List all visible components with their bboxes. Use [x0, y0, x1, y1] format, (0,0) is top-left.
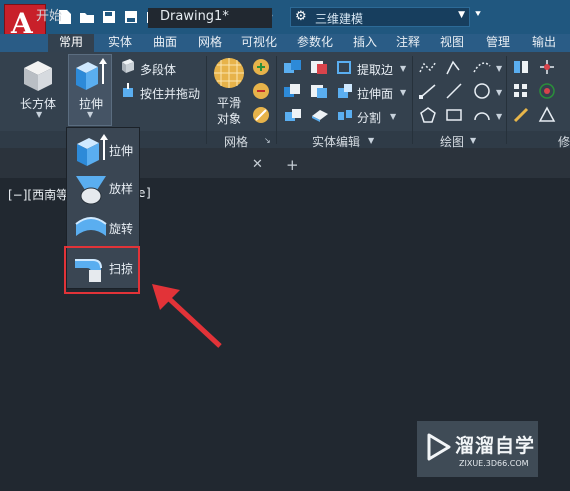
menu-item-loft[interactable]: 放样: [69, 168, 139, 208]
viewport-controls[interactable]: [−][西南等: [8, 186, 68, 203]
3d-scale-icon[interactable]: [538, 106, 556, 124]
slice-icon[interactable]: [283, 106, 303, 124]
open-folder-icon[interactable]: [78, 9, 96, 25]
separate-button[interactable]: 分割: [357, 109, 381, 126]
subtract-icon[interactable]: [310, 58, 330, 76]
red-arrow-annotation: [152, 284, 222, 348]
mesh-add-icon[interactable]: [252, 58, 270, 76]
tab-start[interactable]: 开始: [24, 8, 80, 28]
panel-launcher-icon[interactable]: ↘: [264, 136, 271, 145]
panel-separator: [276, 56, 277, 144]
watermark-title: 溜溜自学: [455, 435, 536, 457]
menu-item-label: 旋转: [109, 222, 134, 236]
arc-icon[interactable]: [472, 106, 492, 124]
new-tab-plus-icon[interactable]: +: [286, 156, 299, 174]
extrude-icon: [77, 134, 108, 166]
panel-separator: [206, 56, 207, 144]
presspull-button[interactable]: 按住并拖动: [140, 85, 200, 102]
chevron-down-icon[interactable]: ▼: [496, 112, 502, 121]
intersect-icon[interactable]: [283, 82, 303, 100]
extract-edges-icon[interactable]: [336, 58, 354, 76]
close-icon[interactable]: ✕: [252, 157, 263, 172]
chevron-down-icon[interactable]: ▼: [496, 88, 502, 97]
panel-separator: [506, 56, 507, 144]
chevron-down-icon[interactable]: ▼: [400, 64, 406, 73]
extrude-faces-button[interactable]: 拉伸面: [357, 85, 393, 102]
watermark-url: ZIXUE.3D66.COM: [459, 459, 529, 468]
chevron-down-icon[interactable]: ▼: [368, 136, 374, 145]
tab-solid[interactable]: 实体: [100, 34, 140, 52]
chevron-down-icon[interactable]: ▼: [390, 112, 396, 121]
tab-view[interactable]: 视图: [432, 34, 472, 52]
revolve-icon: [75, 217, 107, 236]
mirror-icon[interactable]: [512, 58, 530, 76]
3d-polyline-icon[interactable]: [444, 58, 464, 76]
polygon-icon[interactable]: [418, 106, 438, 124]
3d-move-icon[interactable]: [538, 58, 556, 76]
play-logo-icon: [427, 433, 451, 461]
box-icon[interactable]: [20, 58, 56, 94]
smooth-object-line2[interactable]: 对象: [217, 110, 241, 127]
array-icon[interactable]: [512, 82, 530, 100]
extrude-icon: [76, 58, 107, 90]
smooth-object-icon[interactable]: [212, 56, 246, 90]
separate-icon[interactable]: [336, 106, 354, 124]
tab-drawing1[interactable]: Drawing1*: [148, 8, 272, 28]
menu-item-label: 拉伸: [109, 144, 134, 158]
tab-insert[interactable]: 插入: [346, 34, 384, 52]
interfere-icon[interactable]: [310, 82, 330, 100]
fillet-icon[interactable]: [512, 106, 530, 124]
save-as-icon[interactable]: [122, 9, 140, 25]
spline-icon[interactable]: [472, 58, 492, 76]
chevron-down-icon[interactable]: ▼: [496, 64, 502, 73]
polysolid-icon[interactable]: [120, 58, 136, 74]
ribbon-tab-bar: 常用 实体 曲面 网格 可视化 参数化 插入 注释 视图 管理 输出: [0, 34, 570, 52]
chevron-down-icon[interactable]: ▼: [400, 88, 406, 97]
panel-separator: [412, 56, 413, 144]
tab-manage[interactable]: 管理: [476, 34, 520, 52]
thicken-icon[interactable]: [310, 106, 330, 124]
gear-icon: ⚙: [295, 9, 307, 24]
smooth-object-line1[interactable]: 平滑: [217, 94, 241, 111]
tab-home[interactable]: 常用: [48, 34, 94, 52]
tab-visualize[interactable]: 可视化: [234, 34, 284, 52]
workspace-value: 三维建模: [315, 12, 364, 26]
autocad-window: A ▼ ↶ ▼ ↷ ▼ ⚙ 三维建模 ▼ ⯆ 常用 实体 曲面 网格 可视化: [0, 0, 570, 491]
polyline-icon[interactable]: [418, 58, 438, 76]
chevron-down-icon[interactable]: ▼: [36, 110, 42, 119]
tab-surface[interactable]: 曲面: [144, 34, 186, 52]
save-icon[interactable]: [100, 9, 118, 25]
viewport-label-end: ]: [146, 186, 151, 200]
extract-edges-button[interactable]: 提取边: [357, 61, 393, 78]
watermark: 溜溜自学 ZIXUE.3D66.COM: [417, 421, 538, 477]
menu-item-revolve[interactable]: 旋转: [69, 208, 139, 248]
tab-parametric[interactable]: 参数化: [290, 34, 340, 52]
circle-icon[interactable]: [472, 82, 492, 100]
mesh-crease-icon[interactable]: [252, 106, 270, 124]
presspull-icon[interactable]: [120, 82, 136, 98]
tab-mesh[interactable]: 网格: [190, 34, 230, 52]
line-icon[interactable]: [418, 82, 438, 100]
workspace-selector[interactable]: ⚙ 三维建模 ▼: [290, 7, 470, 27]
rectangle-icon[interactable]: [444, 106, 464, 124]
highlight-box: [64, 246, 140, 294]
customize-qat-icon[interactable]: ⯆: [474, 9, 482, 20]
chevron-down-icon: ▼: [458, 10, 465, 20]
chevron-down-icon: ▼: [87, 110, 94, 119]
mesh-refine-icon[interactable]: [252, 82, 270, 100]
menu-item-label: 放样: [109, 182, 134, 196]
extrude-faces-icon[interactable]: [336, 82, 354, 100]
loft-icon: [76, 176, 106, 205]
3d-rotate-icon[interactable]: [538, 82, 556, 100]
chevron-down-icon[interactable]: ▼: [470, 136, 476, 145]
polysolid-button[interactable]: 多段体: [140, 61, 176, 78]
menu-item-extrude[interactable]: 拉伸: [69, 130, 139, 170]
construction-line-icon[interactable]: [444, 82, 464, 100]
tab-output[interactable]: 输出: [524, 34, 564, 52]
tab-annotate[interactable]: 注释: [388, 34, 428, 52]
union-icon[interactable]: [283, 58, 303, 76]
